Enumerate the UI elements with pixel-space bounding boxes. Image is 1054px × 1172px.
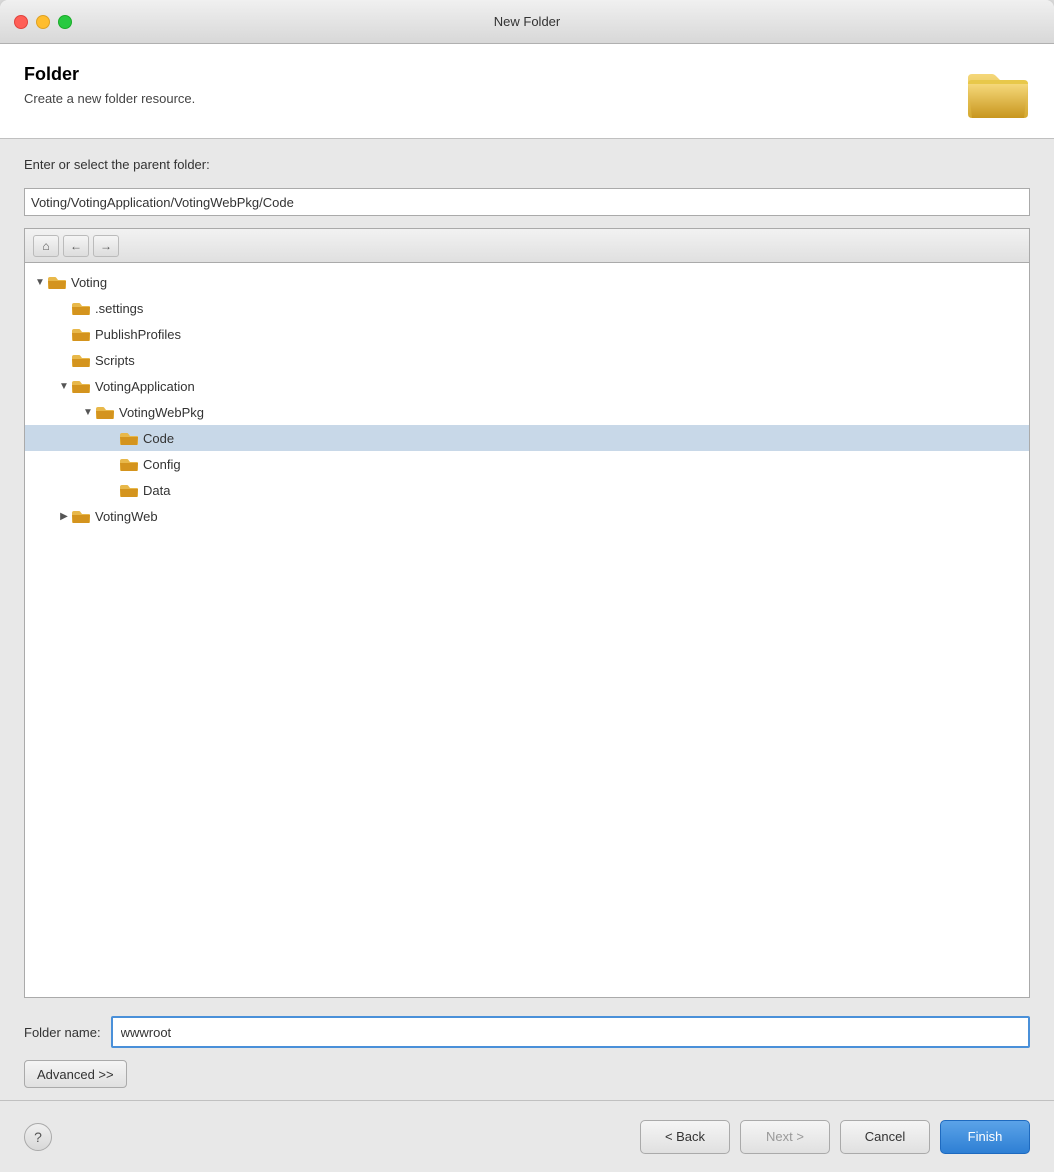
cancel-button[interactable]: Cancel bbox=[840, 1120, 930, 1154]
minimize-button[interactable] bbox=[36, 15, 50, 29]
back-button[interactable]: ← bbox=[63, 235, 89, 257]
folder-tree-container: ⌂ ← → ▼ Voting .settings PublishProfiles Scr… bbox=[24, 228, 1030, 998]
toggle-icon: ▼ bbox=[33, 277, 47, 288]
page-title: Folder bbox=[24, 64, 195, 85]
parent-folder-label: Enter or select the parent folder: bbox=[24, 157, 1030, 172]
advanced-button[interactable]: Advanced >> bbox=[24, 1060, 127, 1088]
page-description: Create a new folder resource. bbox=[24, 91, 195, 106]
home-button[interactable]: ⌂ bbox=[33, 235, 59, 257]
folder-name-label: Folder name: bbox=[24, 1025, 101, 1040]
tree-item-label: Code bbox=[143, 431, 174, 446]
folder-icon bbox=[71, 508, 91, 524]
tree-item-label: Scripts bbox=[95, 353, 135, 368]
tree-item-votingwebpkg[interactable]: ▼ VotingWebPkg bbox=[25, 399, 1029, 425]
bottom-right: < Back Next > Cancel Finish bbox=[640, 1120, 1030, 1154]
folder-icon bbox=[119, 482, 139, 498]
folder-icon bbox=[71, 326, 91, 342]
tree-item-publishprofiles[interactable]: PublishProfiles bbox=[25, 321, 1029, 347]
folder-icon bbox=[71, 300, 91, 316]
toggle-icon: ▼ bbox=[57, 381, 71, 392]
tree-item-label: VotingWebPkg bbox=[119, 405, 204, 420]
tree-item-voting[interactable]: ▼ Voting bbox=[25, 269, 1029, 295]
folder-icon bbox=[71, 378, 91, 394]
bottom-left: ? bbox=[24, 1123, 52, 1151]
header-text: Folder Create a new folder resource. bbox=[24, 64, 195, 106]
tree-item-data[interactable]: Data bbox=[25, 477, 1029, 503]
tree-body[interactable]: ▼ Voting .settings PublishProfiles Scripts ▼ V… bbox=[25, 263, 1029, 997]
tree-item-label: Voting bbox=[71, 275, 107, 290]
folder-icon bbox=[95, 404, 115, 420]
tree-item-code[interactable]: Code bbox=[25, 425, 1029, 451]
tree-item-label: Config bbox=[143, 457, 181, 472]
form-area: Folder name: Advanced >> bbox=[0, 1016, 1054, 1100]
folder-icon bbox=[47, 274, 67, 290]
header-section: Folder Create a new folder resource. bbox=[0, 44, 1054, 139]
folder-icon bbox=[71, 352, 91, 368]
window-title: New Folder bbox=[494, 14, 560, 29]
next-button[interactable]: Next > bbox=[740, 1120, 830, 1154]
folder-name-input[interactable] bbox=[111, 1016, 1030, 1048]
help-button[interactable]: ? bbox=[24, 1123, 52, 1151]
folder-icon-large bbox=[966, 64, 1030, 118]
tree-item-label: .settings bbox=[95, 301, 143, 316]
content-area: Enter or select the parent folder: ⌂ ← →… bbox=[0, 139, 1054, 1016]
tree-item-config[interactable]: Config bbox=[25, 451, 1029, 477]
title-bar: New Folder bbox=[0, 0, 1054, 44]
tree-item-votingweb[interactable]: ▶ VotingWeb bbox=[25, 503, 1029, 529]
tree-item-votingapplication[interactable]: ▼ VotingApplication bbox=[25, 373, 1029, 399]
toggle-icon: ▼ bbox=[81, 407, 95, 418]
tree-item-label: PublishProfiles bbox=[95, 327, 181, 342]
tree-toolbar: ⌂ ← → bbox=[25, 229, 1029, 263]
close-button[interactable] bbox=[14, 15, 28, 29]
tree-item-settings[interactable]: .settings bbox=[25, 295, 1029, 321]
parent-folder-input[interactable] bbox=[24, 188, 1030, 216]
tree-item-label: Data bbox=[143, 483, 170, 498]
finish-button[interactable]: Finish bbox=[940, 1120, 1030, 1154]
folder-name-row: Folder name: bbox=[24, 1016, 1030, 1048]
toggle-icon: ▶ bbox=[57, 511, 71, 522]
forward-button[interactable]: → bbox=[93, 235, 119, 257]
back-button[interactable]: < Back bbox=[640, 1120, 730, 1154]
tree-item-label: VotingApplication bbox=[95, 379, 195, 394]
window-controls bbox=[14, 15, 72, 29]
tree-item-scripts[interactable]: Scripts bbox=[25, 347, 1029, 373]
bottom-bar: ? < Back Next > Cancel Finish bbox=[0, 1100, 1054, 1172]
folder-icon bbox=[119, 430, 139, 446]
folder-icon bbox=[119, 456, 139, 472]
tree-item-label: VotingWeb bbox=[95, 509, 158, 524]
maximize-button[interactable] bbox=[58, 15, 72, 29]
